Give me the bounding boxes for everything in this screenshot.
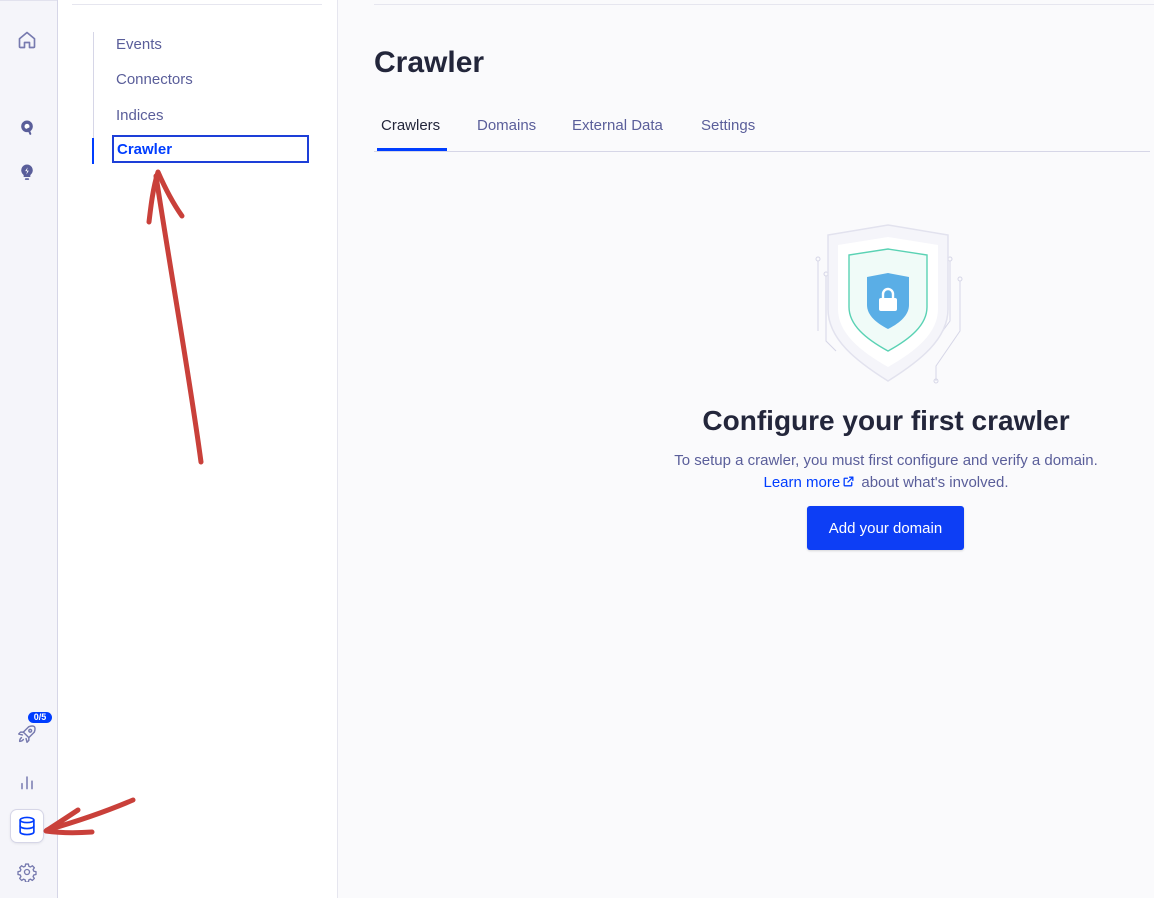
home-icon[interactable] (11, 24, 43, 56)
active-item-marker (92, 138, 94, 164)
database-icon[interactable] (11, 810, 43, 842)
description-line-1: To setup a crawler, you must first confi… (674, 452, 1098, 469)
subnav-item-connectors[interactable]: Connectors (116, 71, 193, 89)
description-line-2-rest: about what's involved. (857, 474, 1009, 491)
subnav-item-events[interactable]: Events (116, 36, 162, 54)
subnav-top-divider (72, 4, 322, 5)
gear-icon[interactable] (11, 856, 43, 888)
subnav-item-crawler[interactable]: Crawler (112, 135, 309, 163)
page-title: Crawler (374, 46, 485, 79)
search-icon[interactable] (11, 112, 43, 144)
add-domain-button[interactable]: Add your domain (807, 506, 964, 550)
tab-crawlers[interactable]: Crawlers (377, 114, 447, 151)
tab-bar: Crawlers Domains External Data Settings (374, 114, 1150, 152)
main-content: Crawler Crawlers Domains External Data S… (338, 0, 1154, 898)
analytics-icon[interactable] (11, 766, 43, 798)
rail-top-divider (0, 0, 57, 1)
empty-state-title: Configure your first crawler (702, 405, 1070, 436)
learn-more-link[interactable]: Learn more (763, 474, 840, 491)
description-line-2: Learn more about what's involved. (578, 472, 1154, 495)
bolt-bulb-icon[interactable] (11, 156, 43, 188)
main-top-divider (374, 4, 1154, 5)
empty-state-description: To setup a crawler, you must first confi… (578, 450, 1154, 495)
onboarding-progress-badge: 0/5 (28, 712, 52, 723)
shield-lock-illustration (815, 224, 963, 384)
icon-rail: 0/5 (0, 0, 58, 898)
tab-settings[interactable]: Settings (701, 114, 755, 148)
secondary-nav: Events Connectors Indices Crawler (58, 0, 338, 898)
tab-domains[interactable]: Domains (477, 114, 536, 148)
subnav-item-indices[interactable]: Indices (116, 107, 164, 125)
tab-external-data[interactable]: External Data (572, 114, 663, 148)
external-link-icon (842, 473, 855, 495)
